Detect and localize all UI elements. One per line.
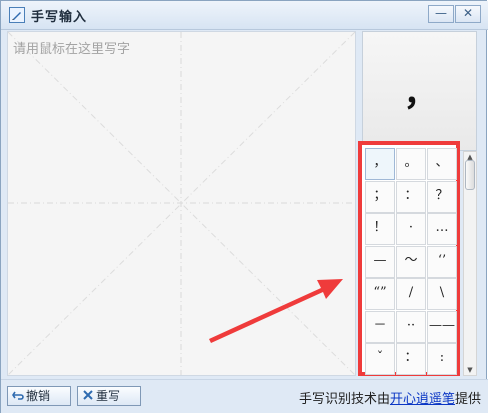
candidate-cell[interactable]: ！ — [365, 213, 395, 245]
candidate-cell[interactable]: ： — [396, 180, 426, 213]
candidate-cell[interactable]: 。 — [396, 148, 426, 180]
close-icon: ✕ — [462, 6, 474, 20]
clear-x-icon — [83, 390, 93, 400]
credit-prefix: 手写识别技术由 — [298, 392, 390, 407]
handwriting-window: 手写输入 — ✕ 请用鼠标在这里写字 ， ，。、；：？！ ·… — ～ ‘’ “” / \ － ·… — [0, 0, 488, 413]
credit-suffix: 提供 — [454, 392, 481, 407]
candidate-scrollbar[interactable]: ▲ ▼ — [463, 151, 477, 376]
candidate-cell[interactable]: ？ — [427, 180, 457, 213]
candidate-cell[interactable]: － — [365, 310, 395, 343]
preview-char: ， — [403, 74, 438, 114]
credit-link[interactable]: 开心逍遥笔 — [390, 392, 455, 407]
candidate-cell[interactable]: — — [365, 245, 395, 278]
candidate-cell[interactable]: ˇ — [365, 343, 395, 375]
candidate-cell[interactable]: ， — [365, 148, 395, 180]
window-title: 手写输入 — [31, 10, 88, 25]
minimize-icon: — — [435, 6, 447, 20]
candidate-cell[interactable]: ～ — [396, 245, 426, 278]
candidate-panel: ，。、；：？！ ·… — ～ ‘’ “” / \ － ·· —— ˇ：: — [358, 141, 460, 376]
minimize-button[interactable]: — — [428, 5, 454, 23]
bottom-toolbar: 撤销 重写 手写识别技术由开心逍遥笔提供 — [1, 379, 488, 413]
close-button[interactable]: ✕ — [455, 5, 481, 23]
pad-guides — [8, 32, 355, 375]
candidate-cell[interactable]: ； — [365, 180, 395, 213]
pad-placeholder: 请用鼠标在这里写字 — [13, 42, 131, 57]
candidate-cell[interactable]: ·· — [396, 310, 426, 343]
candidate-cell[interactable]: “” — [365, 278, 395, 310]
candidate-cell[interactable]: \ — [427, 278, 457, 310]
handwriting-pad[interactable]: 请用鼠标在这里写字 — [7, 31, 356, 376]
candidate-cell[interactable]: —— — [427, 310, 457, 343]
pen-icon — [9, 7, 25, 23]
undo-label: 撤销 — [26, 389, 51, 403]
title-bar[interactable]: 手写输入 — ✕ — [1, 1, 488, 30]
candidate-cell[interactable]: ： — [396, 343, 426, 375]
undo-icon — [12, 391, 24, 400]
scroll-down-icon[interactable]: ▼ — [464, 365, 476, 375]
recognized-preview: ， — [362, 31, 477, 151]
candidate-cell[interactable]: · — [396, 213, 426, 245]
rewrite-label: 重写 — [96, 389, 121, 403]
scroll-thumb[interactable] — [465, 160, 475, 190]
candidate-cell[interactable]: 、 — [427, 148, 457, 180]
rewrite-button[interactable]: 重写 — [77, 386, 141, 406]
candidate-cell[interactable]: : — [427, 343, 457, 375]
candidate-grid: ，。、；：？！ ·… — ～ ‘’ “” / \ － ·· —— ˇ：: — [365, 148, 457, 375]
credit-text: 手写识别技术由开心逍遥笔提供 — [299, 388, 481, 407]
candidate-cell[interactable]: … — [427, 213, 457, 245]
candidate-cell[interactable]: ‘’ — [427, 245, 457, 278]
undo-button[interactable]: 撤销 — [7, 386, 71, 406]
candidate-cell[interactable]: / — [396, 278, 426, 310]
